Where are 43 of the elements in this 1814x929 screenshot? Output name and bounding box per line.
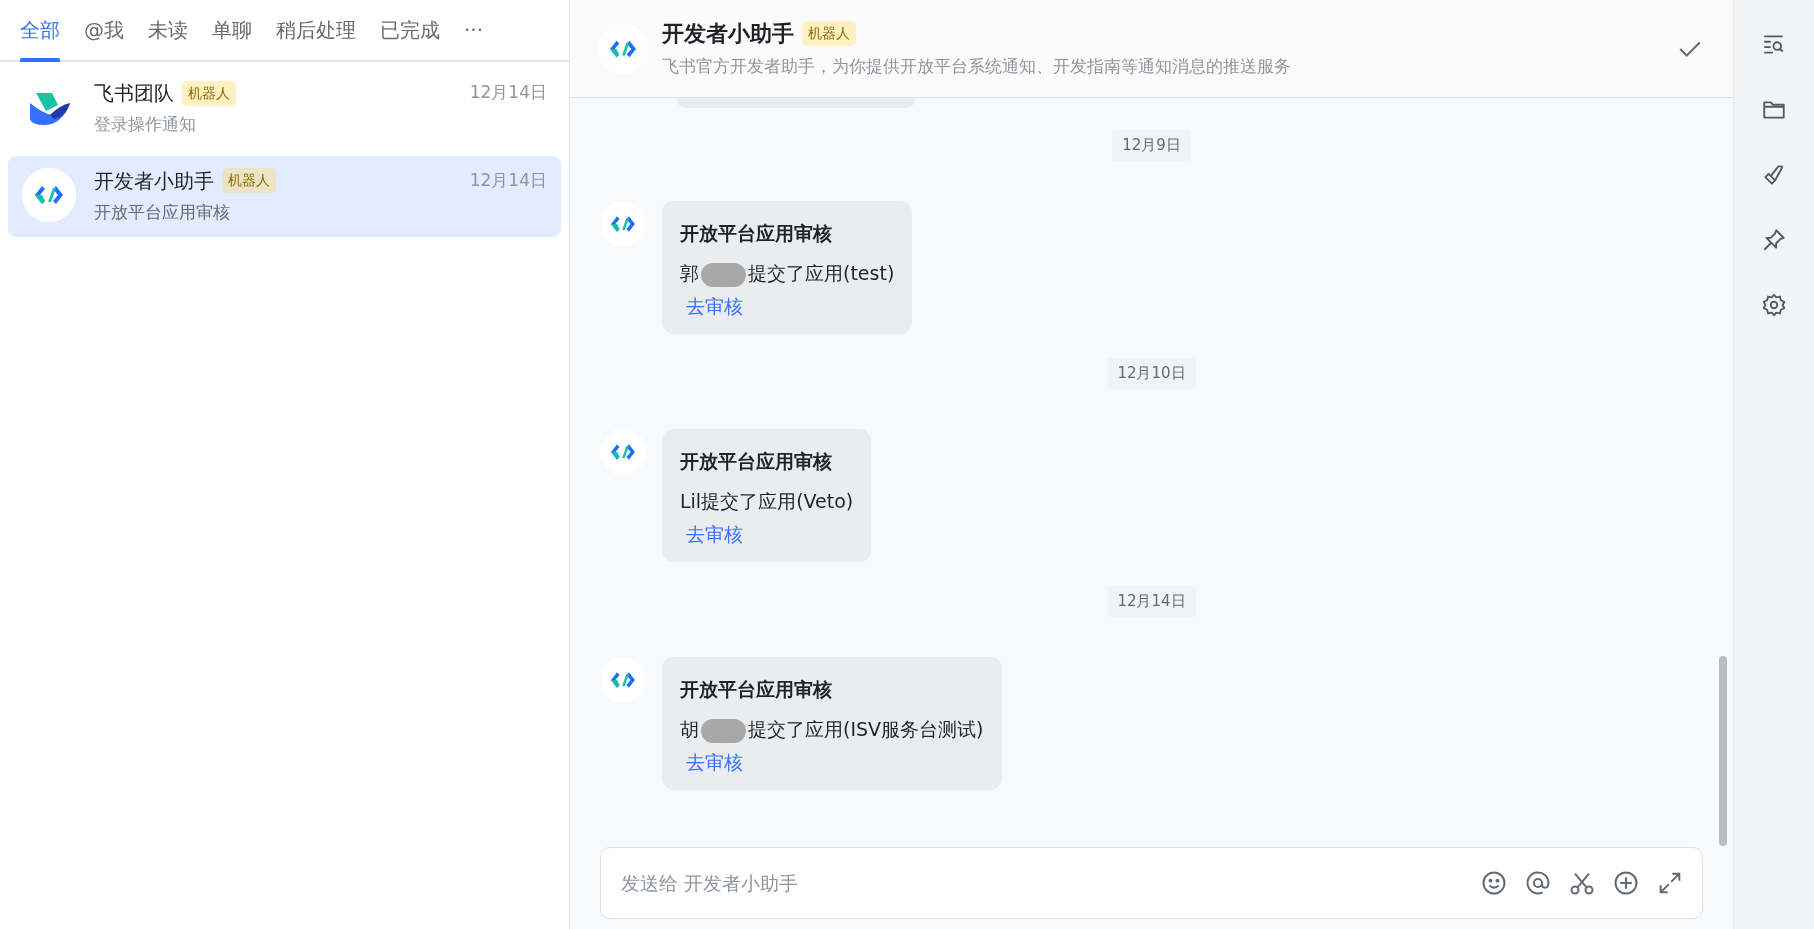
filter-tab[interactable]: ···	[452, 0, 496, 60]
filter-tab[interactable]: 稍后处理	[264, 0, 368, 60]
settings-icon[interactable]	[1761, 292, 1787, 318]
review-link[interactable]: 去审核	[686, 294, 743, 317]
conversation-time: 12月14日	[469, 81, 547, 105]
filter-tab[interactable]: 已完成	[368, 0, 452, 60]
message-title: 开放平台应用审核	[680, 448, 833, 474]
conversation-item[interactable]: 飞书团队 机器人 12月14日 登录操作通知	[8, 68, 561, 150]
filter-tab[interactable]: 全部	[8, 0, 72, 60]
date-separator: 12月10日	[1107, 358, 1196, 389]
chat-description: 飞书官方开发者助手，为你提供开放平台系统通知、开发指南等通知消息的推送服务	[662, 55, 1292, 79]
conversation-name: 飞书团队	[94, 80, 174, 107]
date-separator: 12月14日	[1107, 586, 1196, 617]
pin-icon[interactable]	[1761, 227, 1787, 253]
message-composer[interactable]: 发送给 开发者小助手	[600, 847, 1703, 919]
message-preview: 登录操作通知	[94, 113, 197, 136]
message-preview: 开放平台应用审核	[94, 200, 231, 224]
message-text: 郭 提交了应用(test)	[680, 259, 895, 288]
plus-circle-icon[interactable]	[1612, 869, 1640, 897]
review-link[interactable]: 去审核	[686, 750, 743, 773]
date-separator: 12月9日	[1112, 130, 1191, 161]
bot-tag: 机器人	[222, 168, 276, 193]
mention-icon[interactable]	[1524, 869, 1552, 897]
avatar-icon	[600, 656, 646, 703]
scrollbar-thumb[interactable]	[1719, 656, 1727, 846]
filter-tab[interactable]: @我	[72, 0, 136, 60]
conversation-name: 开发者小助手	[94, 167, 214, 195]
emoji-icon[interactable]	[1480, 869, 1508, 897]
message-title: 开放平台应用审核	[680, 676, 833, 702]
chat-title: 开发者小助手	[662, 20, 794, 49]
conversation-time: 12月14日	[469, 168, 547, 192]
bot-tag: 机器人	[182, 80, 236, 106]
avatar-icon	[22, 168, 76, 223]
avatar-icon	[600, 200, 646, 247]
message-text: 胡 提交了应用(ISV服务台测试)	[680, 715, 984, 744]
message-title: 开放平台应用审核	[680, 220, 833, 246]
review-link[interactable]: 去审核	[686, 522, 743, 545]
avatar-icon	[600, 428, 646, 475]
bot-tag: 机器人	[802, 21, 856, 47]
filter-tab[interactable]: 未读	[136, 0, 200, 60]
filter-tab[interactable]: 单聊	[200, 0, 264, 60]
conversation-item[interactable]: 开发者小助手 机器人 12月14日 开放平台应用审核	[8, 155, 561, 237]
message-text: Lil提交了应用(Veto)	[680, 489, 854, 514]
